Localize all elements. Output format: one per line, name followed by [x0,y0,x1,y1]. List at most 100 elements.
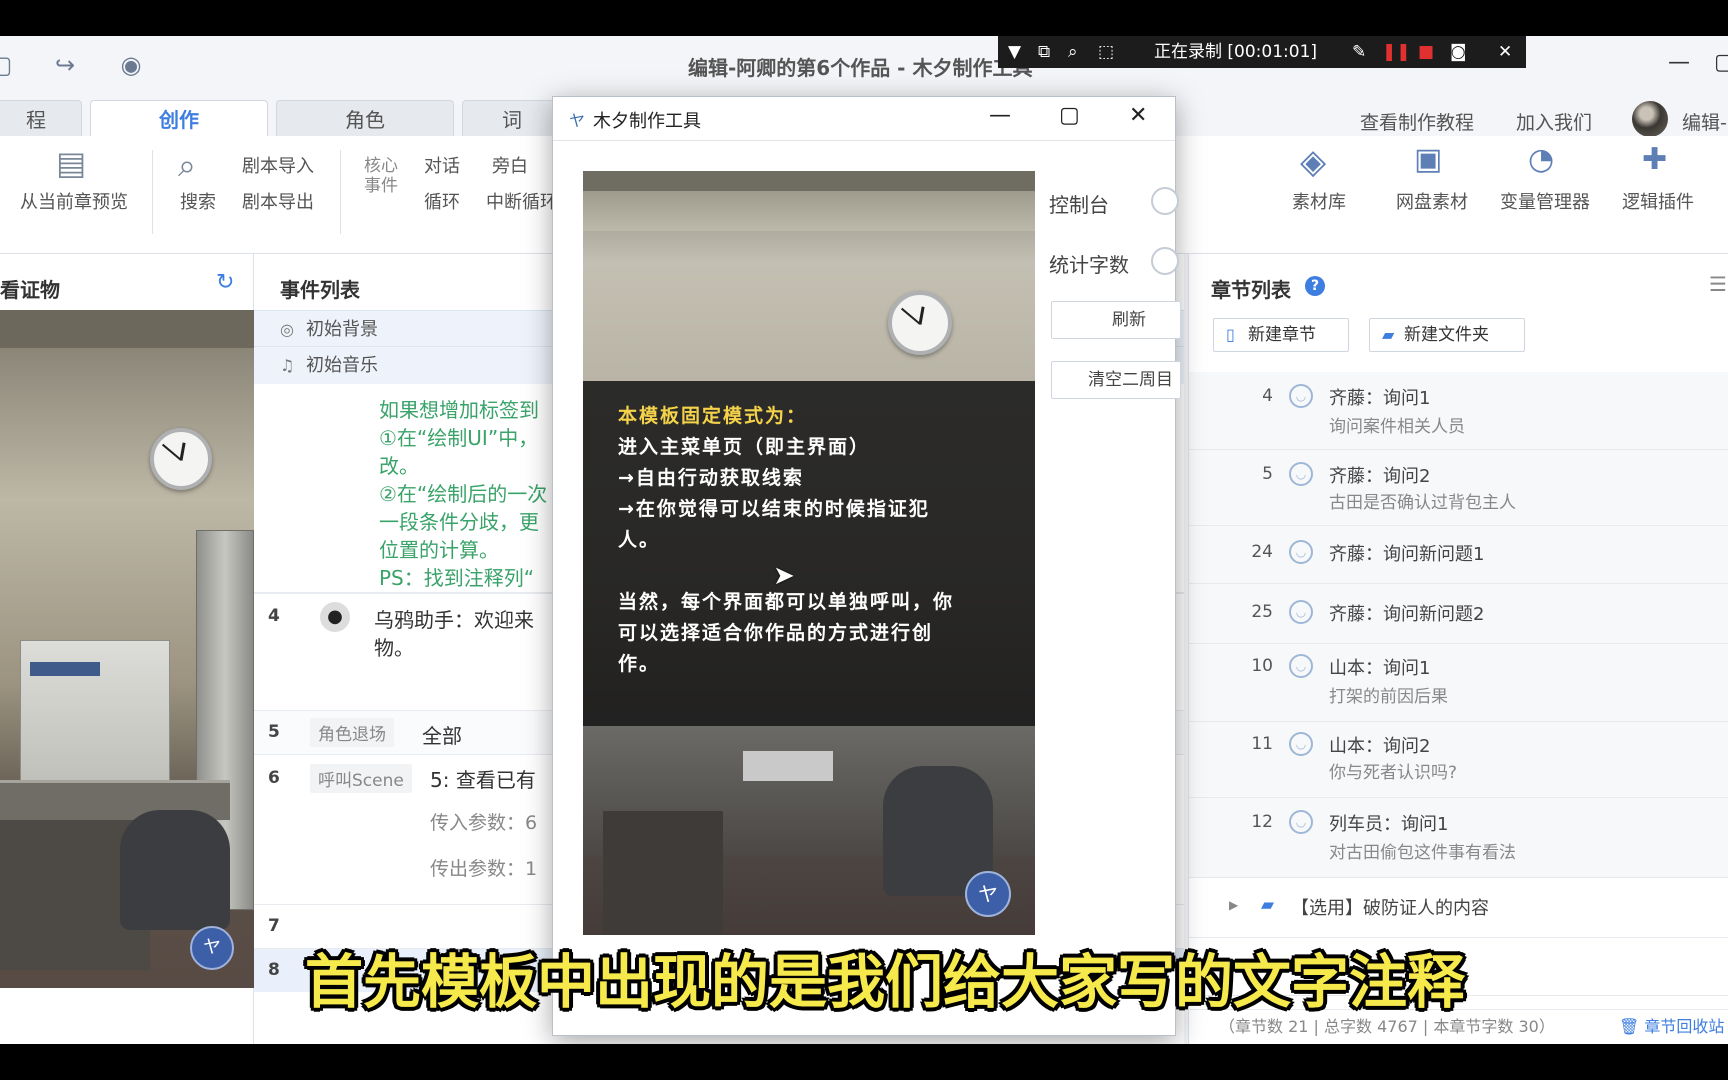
chapter-list-panel: 章节列表 ? ☰ ▯ 新建章节 ▰ 新建文件夹 4 ◡ 齐藤：询问1 询问案件相… [1188,254,1728,1044]
chapter-face-icon: ◡ [1289,462,1313,486]
pen-icon[interactable]: ✎ [1352,36,1366,68]
variable-manager-button[interactable]: 变量管理器 [1500,188,1590,214]
preview-from-chapter-button[interactable]: 从当前章预览 [20,188,128,214]
new-folder-button[interactable]: ▰ 新建文件夹 [1369,318,1525,352]
square-icon[interactable]: ▢ [0,50,16,80]
word-count-toggle[interactable] [1151,247,1179,275]
chapter-desc: 打架的前因后果 [1329,687,1448,707]
break-loop-button[interactable]: 中断循环 [486,188,558,214]
folder-icon: ▰ [1382,325,1395,344]
list-item[interactable]: 4 ◡ 齐藤：询问1 询问案件相关人员 [1189,372,1728,450]
chapter-desc: 对古田偷包这件事有看法 [1329,843,1516,863]
refresh-button[interactable]: 刷新 [1051,301,1181,339]
list-item[interactable]: 25 ◡ 齐藤：询问新问题2 [1189,584,1728,644]
comment-text: ②在“绘制后的一次 [379,482,548,506]
row-number: 8 [268,960,280,980]
logic-plugin-button[interactable]: 逻辑插件 [1622,188,1694,214]
tab-character[interactable]: 角色 [276,100,454,138]
word-count-label: 统计字数 [1049,253,1129,277]
expand-arrow-icon[interactable]: ▶ [1229,898,1238,912]
minimize-icon[interactable]: — [1668,50,1690,75]
chapter-name: 齐藤：询问1 [1329,388,1431,409]
list-item[interactable]: 10 ◡ 山本：询问1 打架的前因后果 [1189,644,1728,722]
redo-icon[interactable]: ↪ [50,50,80,80]
narration-button[interactable]: 旁白 [492,152,528,178]
row-number: 6 [268,768,280,788]
recording-toolbar: ▼ ⧉ ⌕ ⬚ 正在录制 [00:01:01] ✎ ❚❚ ■ ◙ ✕ [998,36,1526,68]
tab-words[interactable]: 词 [462,100,562,138]
chapter-desc: 你与死者认识吗? [1329,763,1458,783]
crow-avatar: ● [320,602,350,632]
region-icon[interactable]: ⬚ [1098,36,1114,68]
row-number: 5 [268,722,280,742]
event-value[interactable]: 5: 查看已有 [430,764,536,793]
list-item[interactable]: 5 ◡ 齐藤：询问2 古田是否确认过背包主人 [1189,450,1728,526]
search-button[interactable]: 搜索 [180,188,216,214]
help-icon[interactable]: ? [1305,276,1325,296]
game-menu-logo-icon[interactable]: ヤ [965,871,1011,917]
tab-create[interactable]: 创作 [90,100,268,140]
recycle-bin-link[interactable]: 🗑 章节回收站 [1619,1010,1724,1044]
event-type-tag: 呼叫Scene [310,764,412,793]
folder-item[interactable]: ▶ ▰ 【选用】破防证人的内容 [1189,878,1728,938]
stop-icon[interactable]: ■ [1418,36,1434,68]
console-toggle[interactable] [1151,187,1179,215]
panel-title: 看证物 [0,278,60,302]
search-icon: ⌕ [178,146,196,184]
script-export-button[interactable]: 剧本导出 [242,188,314,214]
preview-eye-icon[interactable]: ◉ [116,50,146,80]
chapter-face-icon: ◡ [1289,540,1313,564]
chapter-number: 12 [1251,812,1273,832]
event-value[interactable]: 全部 [422,720,462,749]
button-label: 新建文件夹 [1404,325,1489,345]
close-icon[interactable]: ✕ [1129,103,1147,128]
ceiling [583,171,1035,191]
loop-button[interactable]: 循环 [424,188,460,214]
window-title: 编辑-阿卿的第6个作品 - 木夕制作工具 [688,56,1033,80]
comment-text: 如果想增加标签到 [379,398,539,422]
recording-status: 正在录制 [00:01:01] [1154,42,1318,62]
minimize-icon[interactable]: — [989,103,1011,128]
layers-icon: ◈ [1300,142,1327,182]
game-preview-canvas[interactable]: 本模板固定模式为： 进入主菜单页（即主界面） →自由行动获取线索 →在你觉得可以… [583,171,1035,935]
dropdown-arrow-icon[interactable]: ▼ [1008,36,1021,68]
camera-icon[interactable]: ◙ [1450,36,1467,68]
avatar[interactable] [1632,101,1668,137]
zoom-icon[interactable]: ⌕ [1068,36,1078,68]
list-item[interactable]: 11 ◡ 山本：询问2 你与死者认识吗? [1189,722,1728,798]
menu-icon[interactable]: ☰ [1709,272,1727,296]
tab-process[interactable]: 程 [0,100,82,138]
close-icon[interactable]: ✕ [1498,36,1512,68]
folder-icon: ▰ [1261,895,1275,915]
dialog-button[interactable]: 对话 [424,152,460,178]
edit-link[interactable]: 编辑- [1682,108,1727,135]
maximize-icon[interactable]: ▢ [1059,103,1080,128]
join-us-link[interactable]: 加入我们 [1516,108,1592,135]
list-item[interactable]: 12 ◡ 列车员：询问1 对古田偷包这件事有看法 [1189,798,1728,878]
script-import-button[interactable]: 剧本导入 [242,152,314,178]
cloud-assets-button[interactable]: 网盘素材 [1396,188,1468,214]
comment-text: PS：找到注释列“ [379,566,535,590]
new-chapter-button[interactable]: ▯ 新建章节 [1213,318,1349,352]
output-param: 传出参数：1 [430,858,538,880]
maximize-icon[interactable]: ▢ [1714,50,1728,75]
background-icon: ◎ [280,320,294,339]
input-param: 传入参数：6 [430,812,538,834]
dialog-event-text[interactable]: 乌鸦助手：欢迎来 [374,604,534,633]
dialog-text: →在你觉得可以结束的时候指证犯 [618,498,930,520]
dialog-event-text[interactable]: 物。 [374,632,414,661]
refresh-icon[interactable]: ↻ [216,270,234,295]
trash-icon: 🗑 [1619,1017,1640,1036]
asset-library-button[interactable]: 素材库 [1292,188,1346,214]
window-icon[interactable]: ⧉ [1038,36,1050,68]
mouse-cursor-icon: ➤ [773,561,795,591]
clear-second-run-button[interactable]: 清空二周目 [1051,361,1181,399]
file-icon: ▯ [1226,325,1235,344]
pause-icon[interactable]: ❚❚ [1382,36,1411,68]
core-events-label: 核心 事件 [364,156,398,196]
dialog-text: 本模板固定模式为： [618,405,808,427]
tutorial-link[interactable]: 查看制作教程 [1360,108,1474,135]
list-item[interactable]: 24 ◡ 齐藤：询问新问题1 [1189,526,1728,584]
printer-panel [30,662,100,676]
preview-window-title: 木夕制作工具 [593,111,701,132]
